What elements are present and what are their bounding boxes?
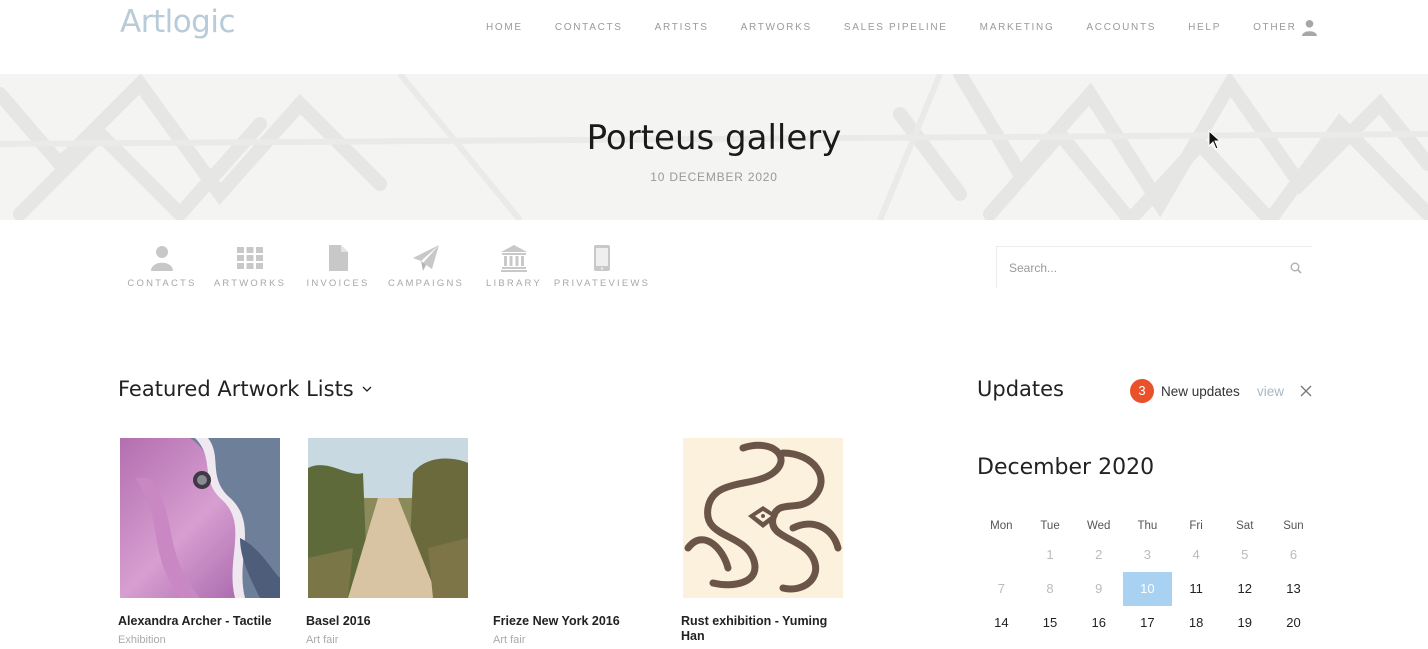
quick-link-artworks[interactable]: ARTWORKS	[206, 244, 294, 289]
calendar-week-row: 14 15 16 17 18 19 20	[977, 606, 1318, 640]
calendar-day[interactable]: 14	[977, 606, 1026, 640]
nav-home[interactable]: HOME	[486, 22, 523, 34]
calendar-day-empty	[977, 538, 1026, 572]
quick-link-library[interactable]: LIBRARY	[470, 244, 558, 289]
search-input[interactable]	[1009, 258, 1269, 278]
artwork-list-name[interactable]: Frieze New York 2016	[493, 614, 663, 629]
top-header: Artlogic HOME CONTACTS ARTISTS ARTWORKS …	[0, 0, 1428, 74]
person-icon	[151, 246, 173, 271]
calendar-week-row: 1 2 3 4 5 6	[977, 538, 1318, 572]
quick-links: CONTACTS ARTWORKS INVOICES CAMPAIGNS LIB…	[118, 244, 648, 289]
gallery-banner: Porteus gallery 10 DECEMBER 2020	[0, 74, 1428, 220]
calendar-day[interactable]: 3	[1123, 538, 1172, 572]
document-icon	[329, 245, 348, 271]
calendar-day[interactable]: 1	[1026, 538, 1075, 572]
calendar-day[interactable]: 15	[1026, 606, 1075, 640]
artwork-list-name[interactable]: Rust exhibition - Yuming Han	[681, 614, 851, 644]
calendar-day[interactable]: 7	[977, 572, 1026, 606]
weekday-fri: Fri	[1189, 520, 1203, 532]
calendar-day[interactable]: 13	[1269, 572, 1318, 606]
artwork-list-name[interactable]: Alexandra Archer - Tactile	[118, 614, 288, 629]
weekday-sun: Sun	[1283, 520, 1304, 532]
artwork-list-card[interactable]: Alexandra Archer - Tactile Exhibition	[118, 438, 288, 646]
updates-title: Updates	[977, 377, 1064, 401]
artwork-list-type: Art fair	[493, 634, 526, 646]
nav-artworks[interactable]: ARTWORKS	[741, 22, 812, 34]
grid-icon	[237, 247, 263, 269]
new-updates-label: New updates	[1161, 384, 1240, 399]
nav-accounts[interactable]: ACCOUNTS	[1086, 22, 1156, 34]
nav-sales-pipeline[interactable]: SALES PIPELINE	[844, 22, 948, 34]
calendar-day[interactable]: 4	[1172, 538, 1221, 572]
close-icon[interactable]	[1300, 385, 1312, 397]
artwork-list-name[interactable]: Basel 2016	[306, 614, 476, 629]
quick-link-label: CONTACTS	[127, 278, 197, 289]
mouse-cursor-icon	[1208, 130, 1222, 150]
calendar-day[interactable]: 2	[1074, 538, 1123, 572]
calendar-month-title: December 2020	[977, 455, 1155, 480]
quick-link-label: PRIVATEVIEWS	[553, 278, 651, 289]
quick-link-label: LIBRARY	[486, 278, 542, 289]
calendar-day[interactable]: 11	[1172, 572, 1221, 606]
nav-contacts[interactable]: CONTACTS	[555, 22, 623, 34]
serpent-artwork-image	[683, 438, 843, 598]
calendar-day[interactable]: 17	[1123, 606, 1172, 640]
artwork-list-card[interactable]: Rust exhibition - Yuming Han	[681, 438, 851, 649]
calendar-weekdays: Mon Tue Wed Thu Fri Sat Sun	[977, 520, 1318, 538]
bank-icon	[501, 245, 527, 272]
quick-link-invoices[interactable]: INVOICES	[294, 244, 382, 289]
featured-artwork-lists-dropdown[interactable]: Featured Artwork Lists	[118, 377, 372, 401]
search-box	[996, 246, 1312, 288]
calendar-day-today[interactable]: 10	[1123, 572, 1172, 606]
calendar-day[interactable]: 16	[1074, 606, 1123, 640]
weekday-thu: Thu	[1137, 520, 1158, 532]
nav-help[interactable]: HELP	[1188, 22, 1221, 34]
calendar-day[interactable]: 9	[1074, 572, 1123, 606]
calendar-day[interactable]: 5	[1220, 538, 1269, 572]
tablet-icon	[594, 245, 610, 271]
calendar-day[interactable]: 19	[1220, 606, 1269, 640]
calendar-day[interactable]: 18	[1172, 606, 1221, 640]
artwork-list-type: Art fair	[306, 634, 339, 646]
view-updates-link[interactable]: view	[1257, 384, 1284, 399]
calendar-day[interactable]: 12	[1220, 572, 1269, 606]
artwork-list-card[interactable]: Frieze New York 2016 Art fair	[493, 438, 663, 646]
weekday-mon: Mon	[990, 520, 1013, 532]
calendar-week-row: 7 8 9 10 11 12 13	[977, 572, 1318, 606]
artlogic-logo[interactable]: Artlogic	[120, 4, 236, 40]
quick-link-label: CAMPAIGNS	[387, 278, 465, 289]
calendar-grid: Mon Tue Wed Thu Fri Sat Sun 1 2 3 4 5 6 …	[977, 520, 1318, 640]
abstract-artwork-image	[120, 438, 280, 598]
calendar-day[interactable]: 6	[1269, 538, 1318, 572]
calendar-day[interactable]: 8	[1026, 572, 1075, 606]
nav-other[interactable]: OTHER	[1253, 22, 1297, 34]
nav-marketing[interactable]: MARKETING	[980, 22, 1055, 34]
artwork-thumbnail-empty[interactable]	[495, 438, 655, 598]
calendar-day[interactable]: 20	[1269, 606, 1318, 640]
paper-plane-icon	[413, 245, 439, 271]
updates-count-badge: 3	[1130, 379, 1154, 403]
weekday-wed: Wed	[1086, 520, 1111, 532]
artwork-thumbnail[interactable]	[683, 438, 843, 598]
artwork-list-card[interactable]: Basel 2016 Art fair	[306, 438, 476, 646]
quick-link-label: INVOICES	[306, 278, 370, 289]
weekday-sat: Sat	[1236, 520, 1254, 532]
current-date: 10 DECEMBER 2020	[650, 170, 778, 184]
quick-link-privateviews[interactable]: PRIVATEVIEWS	[554, 244, 648, 289]
chevron-down-icon	[362, 386, 372, 392]
featured-title: Featured Artwork Lists	[118, 377, 354, 401]
landscape-photo-image	[308, 438, 468, 598]
weekday-tue: Tue	[1040, 520, 1060, 532]
artwork-list-type: Exhibition	[118, 634, 166, 646]
quick-link-label: ARTWORKS	[213, 278, 287, 289]
artwork-thumbnail[interactable]	[120, 438, 280, 598]
nav-artists[interactable]: ARTISTS	[655, 22, 709, 34]
quick-link-contacts[interactable]: CONTACTS	[118, 244, 206, 289]
user-account-icon[interactable]	[1301, 19, 1318, 36]
search-icon[interactable]	[1290, 262, 1302, 274]
main-nav: HOME CONTACTS ARTISTS ARTWORKS SALES PIP…	[486, 22, 1329, 34]
quick-link-campaigns[interactable]: CAMPAIGNS	[382, 244, 470, 289]
artwork-thumbnail[interactable]	[308, 438, 468, 598]
